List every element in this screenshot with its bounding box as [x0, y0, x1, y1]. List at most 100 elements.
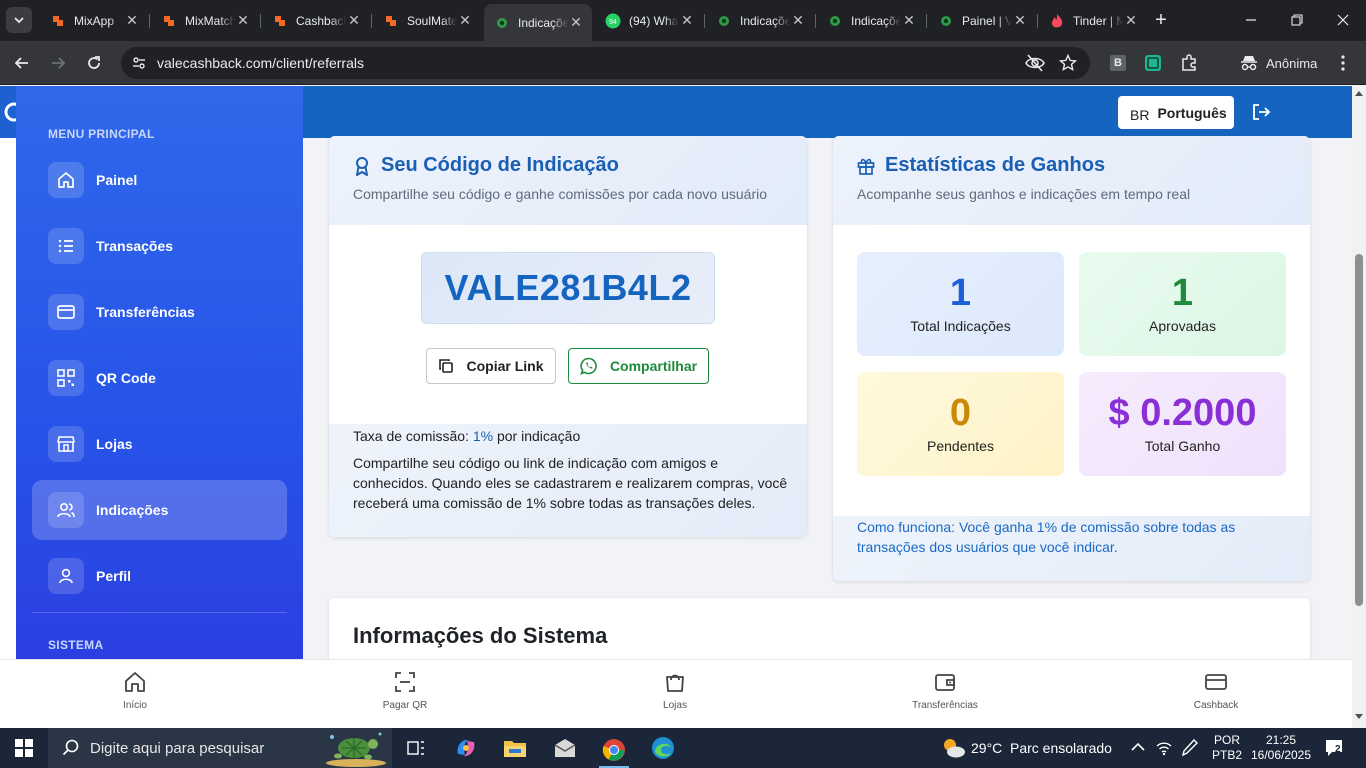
- close-icon[interactable]: ✕: [124, 12, 140, 29]
- extension-b-icon[interactable]: B: [1108, 53, 1128, 73]
- browser-tab[interactable]: Cashback ✕: [262, 6, 370, 35]
- close-icon[interactable]: ✕: [679, 12, 695, 29]
- close-icon[interactable]: ✕: [568, 14, 584, 31]
- chrome-taskbar-icon[interactable]: [599, 734, 629, 768]
- clock[interactable]: 21:25 16/06/2025: [1250, 733, 1312, 763]
- extensions-puzzle-icon[interactable]: [1179, 53, 1199, 73]
- sidebar-item-qr-code[interactable]: QR Code: [32, 348, 287, 408]
- close-icon[interactable]: ✕: [901, 12, 917, 29]
- green-globe-icon: [827, 13, 843, 29]
- browser-tab[interactable]: Painel | Vale ✕: [928, 6, 1036, 35]
- address-bar[interactable]: valecashback.com/client/referrals: [121, 47, 1090, 79]
- scan-icon: [395, 672, 415, 692]
- browser-tab[interactable]: Indicações ✕: [706, 6, 814, 35]
- turtle-illustration-icon: [326, 732, 386, 767]
- incognito-indicator[interactable]: Anônima: [1230, 48, 1327, 78]
- close-icon[interactable]: ✕: [457, 12, 473, 29]
- task-view-icon[interactable]: [401, 734, 431, 762]
- taskbar-search[interactable]: Digite aqui para pesquisar: [48, 728, 392, 768]
- card-icon: [48, 294, 84, 330]
- tab-title: Cashback: [296, 13, 346, 28]
- network-icon[interactable]: [1156, 740, 1172, 759]
- card-subtitle: Compartilhe seu código e ganhe comissões…: [353, 186, 768, 202]
- extension-green-icon[interactable]: [1143, 53, 1163, 73]
- pen-icon[interactable]: [1181, 738, 1198, 760]
- eye-off-icon[interactable]: [1025, 54, 1045, 77]
- close-icon[interactable]: ✕: [1012, 12, 1028, 29]
- wallet-icon: [935, 674, 955, 691]
- sidebar-item-indicacoes[interactable]: Indicações: [32, 480, 287, 540]
- browser-tab-bar: MixApp ✕ MixMatch ✕ Cashback ✕ SoulMate …: [0, 0, 1366, 41]
- page-scrollbar[interactable]: [1352, 86, 1366, 659]
- bottom-nav-inicio[interactable]: Início: [75, 670, 195, 711]
- language-indicator[interactable]: POR PTB2: [1212, 733, 1242, 763]
- logo-icon: [4, 102, 24, 122]
- browser-tab[interactable]: MixApp ✕: [40, 6, 148, 35]
- browser-tab-active[interactable]: Indicações ✕: [484, 4, 592, 41]
- bottom-nav-cashback[interactable]: Cashback: [1156, 670, 1276, 711]
- stat-approved: 1 Aprovadas: [1079, 252, 1286, 356]
- close-icon[interactable]: ✕: [790, 12, 806, 29]
- sidebar-item-label: QR Code: [96, 370, 156, 386]
- bottom-nav-lojas[interactable]: Lojas: [615, 670, 735, 711]
- users-icon: [48, 492, 84, 528]
- close-icon[interactable]: ✕: [1123, 12, 1139, 29]
- sidebar-item-label: Indicações: [96, 502, 169, 518]
- sidebar-item-transferencias[interactable]: Transferências: [32, 282, 287, 342]
- weather-temp[interactable]: 29°C: [971, 740, 1002, 756]
- forward-button[interactable]: [46, 51, 70, 75]
- copilot-icon[interactable]: [451, 734, 481, 762]
- weather-icon[interactable]: [938, 734, 968, 762]
- whatsapp-icon: 94: [605, 13, 621, 29]
- browser-tab[interactable]: 94 (94) WhatsApp ✕: [595, 6, 703, 35]
- sidebar-item-transacoes[interactable]: Transações: [32, 216, 287, 276]
- edge-icon[interactable]: [648, 734, 678, 762]
- award-icon: [356, 156, 368, 176]
- close-window-button[interactable]: [1328, 8, 1358, 32]
- sidebar-item-label: Transferências: [96, 304, 195, 320]
- bottom-nav-transferencias[interactable]: Transferências: [885, 670, 1005, 711]
- reload-button[interactable]: [82, 51, 106, 75]
- windows-start-button[interactable]: [9, 734, 39, 762]
- star-icon[interactable]: [1058, 53, 1078, 77]
- sidebar-item-painel[interactable]: Painel: [32, 150, 287, 210]
- card-title: Informações do Sistema: [353, 623, 608, 648]
- bottom-nav-pagar-qr[interactable]: Pagar QR: [345, 670, 465, 711]
- new-tab-button[interactable]: +: [1150, 10, 1172, 32]
- more-menu-icon[interactable]: [1333, 53, 1353, 73]
- site-settings-icon[interactable]: [131, 55, 147, 76]
- language-selector[interactable]: BR Português: [1118, 96, 1234, 129]
- chevron-up-icon[interactable]: [1131, 741, 1145, 755]
- browser-tab[interactable]: MixMatch ✕: [151, 6, 259, 35]
- windows-taskbar: Digite aqui para pesquisar 29°C Parc ens…: [0, 728, 1366, 768]
- restore-button[interactable]: [1282, 8, 1312, 32]
- copy-link-button[interactable]: Copiar Link: [426, 348, 556, 384]
- how-it-works-text: Como funciona: Você ganha 1% de comissão…: [857, 519, 1236, 555]
- browser-tab[interactable]: SoulMate ✕: [373, 6, 481, 35]
- file-explorer-icon[interactable]: [500, 734, 530, 762]
- sidebar-divider: [32, 612, 287, 613]
- stat-label: Aprovadas: [1149, 318, 1216, 334]
- scrollbar-thumb[interactable]: [1355, 254, 1363, 606]
- mail-icon[interactable]: [550, 734, 580, 762]
- tab-search-button[interactable]: [6, 7, 32, 33]
- flag-br-icon: BR: [1130, 106, 1150, 123]
- sidebar-item-perfil[interactable]: Perfil: [32, 546, 287, 606]
- minimize-button[interactable]: [1236, 8, 1266, 32]
- back-button[interactable]: [10, 51, 34, 75]
- logout-button[interactable]: [1251, 102, 1273, 124]
- close-icon[interactable]: ✕: [235, 12, 251, 29]
- orange-bookmark-icon: [383, 13, 399, 29]
- browser-tab[interactable]: Tinder | Match ✕: [1039, 6, 1147, 35]
- close-icon[interactable]: ✕: [346, 12, 362, 29]
- home-icon: [48, 162, 84, 198]
- referral-code[interactable]: VALE281B4L2: [421, 252, 715, 324]
- notification-center-icon[interactable]: 2: [1324, 738, 1346, 761]
- sidebar-item-lojas[interactable]: Lojas: [32, 414, 287, 474]
- weather-desc[interactable]: Parc ensolarado: [1010, 740, 1112, 756]
- tab-title: Tinder | Match: [1073, 13, 1123, 28]
- url-text[interactable]: valecashback.com/client/referrals: [157, 55, 364, 71]
- stat-value: 0: [949, 392, 972, 434]
- share-whatsapp-button[interactable]: Compartilhar: [568, 348, 709, 384]
- browser-tab[interactable]: Indicações ✕: [817, 6, 925, 35]
